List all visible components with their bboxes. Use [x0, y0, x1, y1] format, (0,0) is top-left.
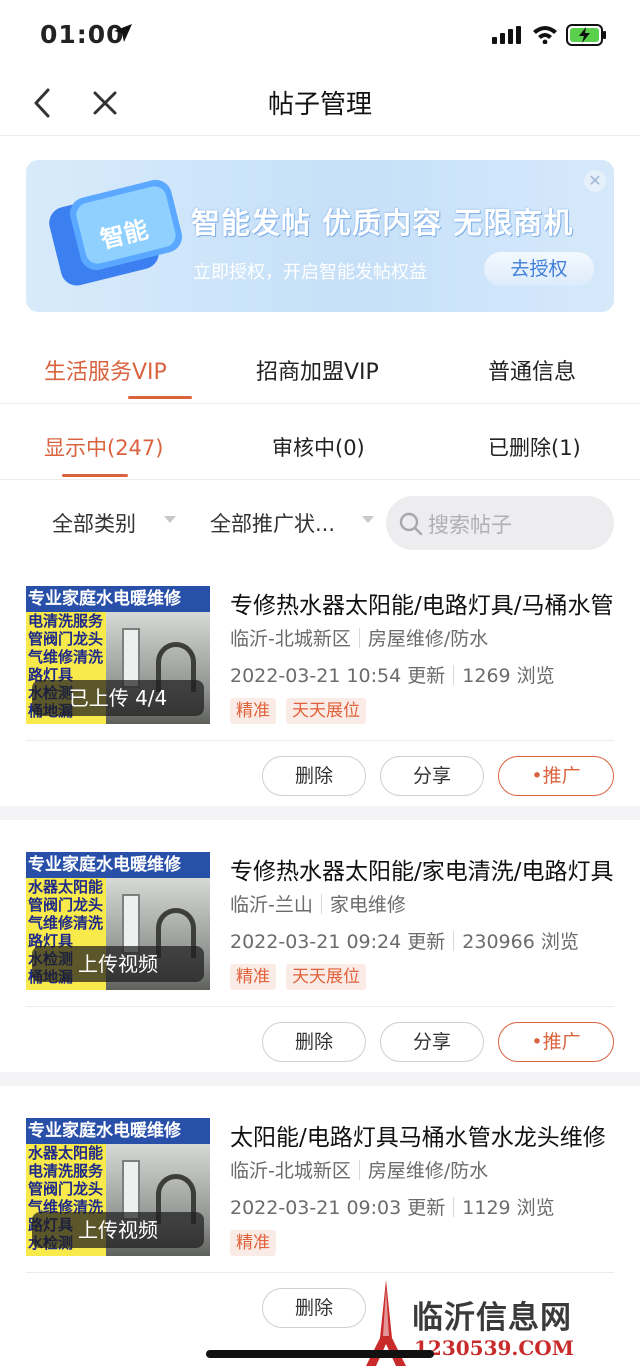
post-location-category: 临沂-兰山 家电维修 [230, 890, 406, 917]
post-updated: 2022-03-21 09:03 更新 [230, 1197, 446, 1219]
status-tab-indicator [62, 474, 128, 477]
wifi-icon [533, 26, 557, 44]
chevron-down-icon [164, 516, 176, 523]
post-views: 230966 浏览 [462, 931, 579, 953]
delete-button[interactable]: 删除 [262, 1022, 366, 1062]
thumb-header: 专业家庭水电暖维修 [26, 1118, 210, 1144]
upload-video[interactable]: 上传视频 [32, 946, 204, 982]
promo-banner[interactable]: 智能 智能发帖 优质内容 无限商机 立即授权，开启智能发帖权益 去授权 ✕ [26, 160, 614, 312]
post-location-category: 临沂-北城新区 房屋维修/防水 [230, 1156, 488, 1183]
tag-daily-slot: 天天展位 [286, 698, 366, 724]
post-category: 房屋维修/防水 [367, 628, 489, 650]
page-title: 帖子管理 [267, 90, 372, 120]
primary-tab-indicator [128, 396, 192, 399]
post-tags: 精准 天天展位 [230, 964, 376, 990]
post-location: 临沂-北城新区 [230, 628, 351, 650]
thumb-header: 专业家庭水电暖维修 [26, 586, 210, 612]
tag-precise: 精准 [230, 1230, 276, 1256]
location-arrow-icon [114, 24, 132, 42]
primary-tabs: 生活服务VIP 招商加盟VIP 普通信息 [0, 340, 640, 404]
divider [26, 1006, 614, 1007]
delete-button[interactable]: 删除 [262, 1288, 366, 1328]
home-indicator[interactable] [206, 1350, 434, 1358]
upload-video[interactable]: 上传视频 [32, 1212, 204, 1248]
post-category: 家电维修 [329, 894, 406, 916]
tag-daily-slot: 天天展位 [286, 964, 366, 990]
nav-bar: 帖子管理 [0, 70, 640, 136]
tab-showing[interactable]: 显示中(247) [44, 432, 163, 462]
share-button[interactable]: 分享 [380, 756, 484, 796]
tag-precise: 精准 [230, 964, 276, 990]
post-thumbnail[interactable]: 专业家庭水电暖维修 水器太阳能 管阀门龙头 气维修清洗 路灯具 水检测 桶地漏 … [26, 852, 210, 990]
post-update-views: 2022-03-21 09:24 更新 230966 浏览 [230, 927, 579, 954]
post-tags: 精准 [230, 1230, 286, 1256]
authorize-button[interactable]: 去授权 [484, 252, 594, 286]
tab-life-service-vip[interactable]: 生活服务VIP [44, 354, 167, 386]
tab-deleted[interactable]: 已删除(1) [488, 432, 581, 462]
post-updated: 2022-03-21 10:54 更新 [230, 665, 446, 687]
promote-button[interactable]: •推广 [498, 1022, 614, 1062]
post-views: 1129 浏览 [462, 1197, 555, 1219]
search-icon [399, 512, 423, 536]
promo-status-filter[interactable]: 全部推广状... [210, 508, 335, 538]
divider [26, 1272, 614, 1273]
banner-headline: 智能发帖 优质内容 无限商机 [191, 206, 574, 240]
tab-normal-info[interactable]: 普通信息 [488, 354, 576, 386]
banner-close-icon[interactable]: ✕ [584, 170, 606, 192]
post-location: 临沂-北城新区 [230, 1160, 351, 1182]
status-bar: 01:00 [0, 0, 640, 70]
tab-reviewing[interactable]: 审核中(0) [272, 432, 365, 462]
delete-button[interactable]: 删除 [262, 756, 366, 796]
post-views: 1269 浏览 [462, 665, 555, 687]
post-title[interactable]: 专修热水器太阳能/家电清洗/电路灯具 [230, 852, 620, 886]
smart-badge-icon: 智能 [49, 179, 183, 286]
tab-franchise-vip[interactable]: 招商加盟VIP [256, 354, 379, 386]
post-tags: 精准 天天展位 [230, 698, 376, 724]
battery-charging-icon [566, 24, 606, 46]
post-update-views: 2022-03-21 09:03 更新 1129 浏览 [230, 1193, 555, 1220]
post-location-category: 临沂-北城新区 房屋维修/防水 [230, 624, 488, 651]
post-thumbnail[interactable]: 专业家庭水电暖维修 电清洗服务 管阀门龙头 气维修清洗 路灯具 水检测 桶地漏 … [26, 586, 210, 724]
category-filter[interactable]: 全部类别 [52, 508, 136, 538]
search-input[interactable]: 搜索帖子 [386, 496, 614, 550]
section-gap [0, 806, 640, 820]
upload-status: 已上传 4/4 [32, 680, 204, 716]
watermark-url: 1230539.COM [414, 1336, 574, 1360]
post-update-views: 2022-03-21 10:54 更新 1269 浏览 [230, 661, 555, 688]
thumb-header: 专业家庭水电暖维修 [26, 852, 210, 878]
post-category: 房屋维修/防水 [367, 1160, 489, 1182]
chevron-down-icon [362, 516, 374, 523]
post-title[interactable]: 专修热水器太阳能/电路灯具/马桶水管 [230, 586, 620, 620]
watermark-title: 临沂信息网 [412, 1300, 572, 1336]
search-placeholder: 搜索帖子 [428, 513, 512, 537]
promote-button[interactable]: •推广 [498, 756, 614, 796]
status-tabs: 显示中(247) 审核中(0) 已删除(1) [0, 404, 640, 480]
share-button[interactable]: 分享 [380, 1022, 484, 1062]
post-location: 临沂-兰山 [230, 894, 313, 916]
post-thumbnail[interactable]: 专业家庭水电暖维修 水器太阳能 电清洗服务 管阀门龙头 气维修清洗 路灯具 水检… [26, 1118, 210, 1256]
tag-precise: 精准 [230, 698, 276, 724]
cellular-signal-icon [492, 26, 521, 44]
post-updated: 2022-03-21 09:24 更新 [230, 931, 446, 953]
banner-subtitle: 立即授权，开启智能发帖权益 [193, 262, 427, 283]
divider [26, 740, 614, 741]
section-gap [0, 1072, 640, 1086]
filter-bar: 全部类别 全部推广状... 搜索帖子 [0, 480, 640, 572]
post-title[interactable]: 太阳能/电路灯具马桶水管水龙头维修 [230, 1118, 620, 1152]
